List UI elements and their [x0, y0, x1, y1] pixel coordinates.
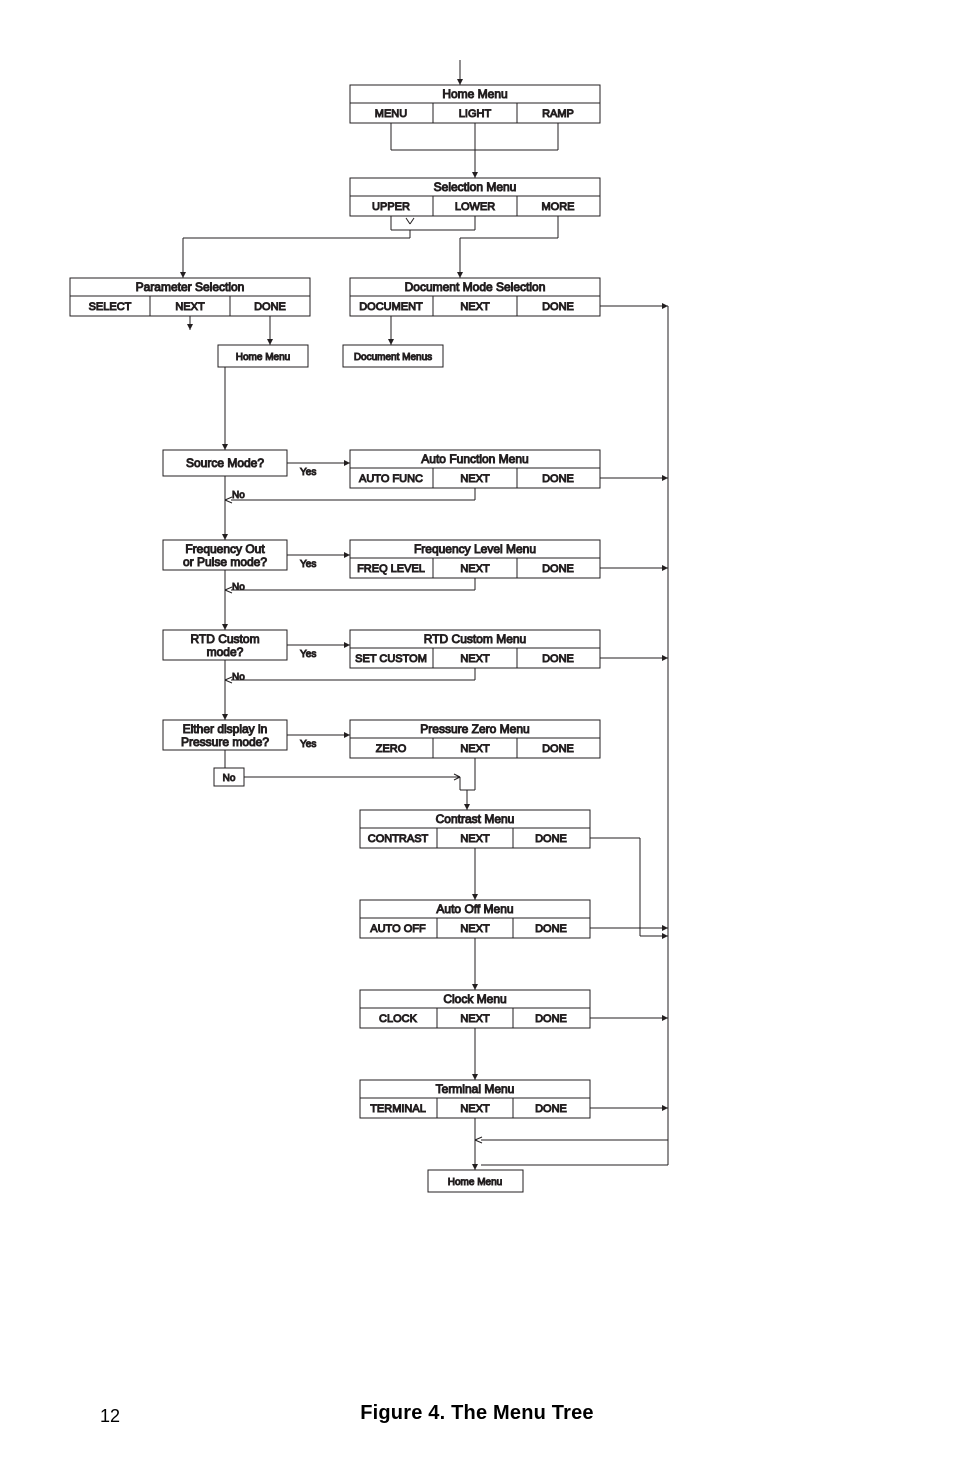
svg-text:SET CUSTOM: SET CUSTOM [355, 653, 427, 665]
svg-text:DOCUMENT: DOCUMENT [359, 301, 423, 313]
svg-text:Auto Off Menu: Auto Off Menu [436, 902, 513, 916]
svg-text:DONE: DONE [542, 301, 574, 313]
svg-text:FREQ LEVEL: FREQ LEVEL [357, 563, 425, 575]
svg-text:NEXT: NEXT [460, 833, 490, 845]
svg-text:NEXT: NEXT [460, 1103, 490, 1115]
figure-caption: Figure 4. The Menu Tree [0, 1402, 954, 1425]
svg-text:Contrast Menu: Contrast Menu [436, 812, 515, 826]
svg-text:NEXT: NEXT [460, 653, 490, 665]
svg-text:TERMINAL: TERMINAL [370, 1103, 426, 1115]
svg-text:DONE: DONE [542, 653, 574, 665]
svg-text:Pressure mode?: Pressure mode? [181, 735, 269, 749]
svg-text:NEXT: NEXT [175, 301, 205, 313]
svg-text:Yes: Yes [300, 559, 316, 570]
svg-text:NEXT: NEXT [460, 743, 490, 755]
svg-text:No: No [232, 672, 245, 683]
svg-text:CLOCK: CLOCK [379, 1013, 418, 1025]
svg-text:Clock Menu: Clock Menu [443, 992, 506, 1006]
svg-text:LIGHT: LIGHT [459, 108, 492, 120]
svg-text:Yes: Yes [300, 467, 316, 478]
svg-text:NEXT: NEXT [460, 563, 490, 575]
svg-text:Auto Function Menu: Auto Function Menu [421, 452, 528, 466]
svg-text:DONE: DONE [254, 301, 286, 313]
svg-text:NEXT: NEXT [460, 923, 490, 935]
svg-text:RTD Custom: RTD Custom [190, 632, 259, 646]
svg-text:LOWER: LOWER [455, 201, 495, 213]
svg-text:mode?: mode? [207, 645, 244, 659]
svg-text:No: No [223, 773, 236, 784]
svg-text:No: No [232, 582, 245, 593]
svg-text:Home Menu: Home Menu [236, 352, 290, 363]
svg-text:Document Menus: Document Menus [354, 352, 432, 363]
svg-text:AUTO OFF: AUTO OFF [370, 923, 426, 935]
svg-text:Yes: Yes [300, 739, 316, 750]
svg-text:Source Mode?: Source Mode? [186, 456, 264, 470]
svg-text:AUTO FUNC: AUTO FUNC [359, 473, 423, 485]
svg-text:DONE: DONE [535, 1103, 567, 1115]
svg-text:DONE: DONE [542, 743, 574, 755]
svg-text:NEXT: NEXT [460, 301, 490, 313]
svg-text:NEXT: NEXT [460, 473, 490, 485]
svg-text:SELECT: SELECT [89, 301, 132, 313]
svg-text:No: No [232, 490, 245, 501]
menu-tree-diagram: Home Menu MENU LIGHT RAMP Selection Menu… [0, 0, 954, 1475]
svg-text:Parameter Selection: Parameter Selection [136, 280, 245, 294]
svg-text:Yes: Yes [300, 649, 316, 660]
svg-text:DONE: DONE [542, 563, 574, 575]
terminal-menu-box [0, 0, 1, 1]
svg-text:Terminal Menu: Terminal Menu [436, 1082, 515, 1096]
svg-text:DONE: DONE [535, 1013, 567, 1025]
svg-text:Frequency Level Menu: Frequency Level Menu [414, 542, 536, 556]
svg-text:NEXT: NEXT [460, 1013, 490, 1025]
svg-text:Frequency Out: Frequency Out [185, 542, 265, 556]
svg-text:DONE: DONE [535, 833, 567, 845]
svg-text:DONE: DONE [542, 473, 574, 485]
svg-text:or Pulse mode?: or Pulse mode? [183, 555, 267, 569]
svg-text:RAMP: RAMP [542, 108, 574, 120]
svg-text:Home Menu: Home Menu [448, 1177, 502, 1188]
svg-text:ZERO: ZERO [376, 743, 407, 755]
svg-text:MENU: MENU [375, 108, 407, 120]
svg-text:RTD Custom Menu: RTD Custom Menu [424, 632, 526, 646]
svg-text:Document Mode Selection: Document Mode Selection [405, 280, 546, 294]
svg-text:MORE: MORE [542, 201, 575, 213]
svg-text:Either display in: Either display in [183, 722, 268, 736]
svg-text:Pressure Zero Menu: Pressure Zero Menu [420, 722, 529, 736]
svg-text:CONTRAST: CONTRAST [368, 833, 429, 845]
svg-text:Selection Menu: Selection Menu [434, 180, 517, 194]
svg-text:Home Menu: Home Menu [442, 87, 507, 101]
svg-text:UPPER: UPPER [372, 201, 410, 213]
svg-text:DONE: DONE [535, 923, 567, 935]
